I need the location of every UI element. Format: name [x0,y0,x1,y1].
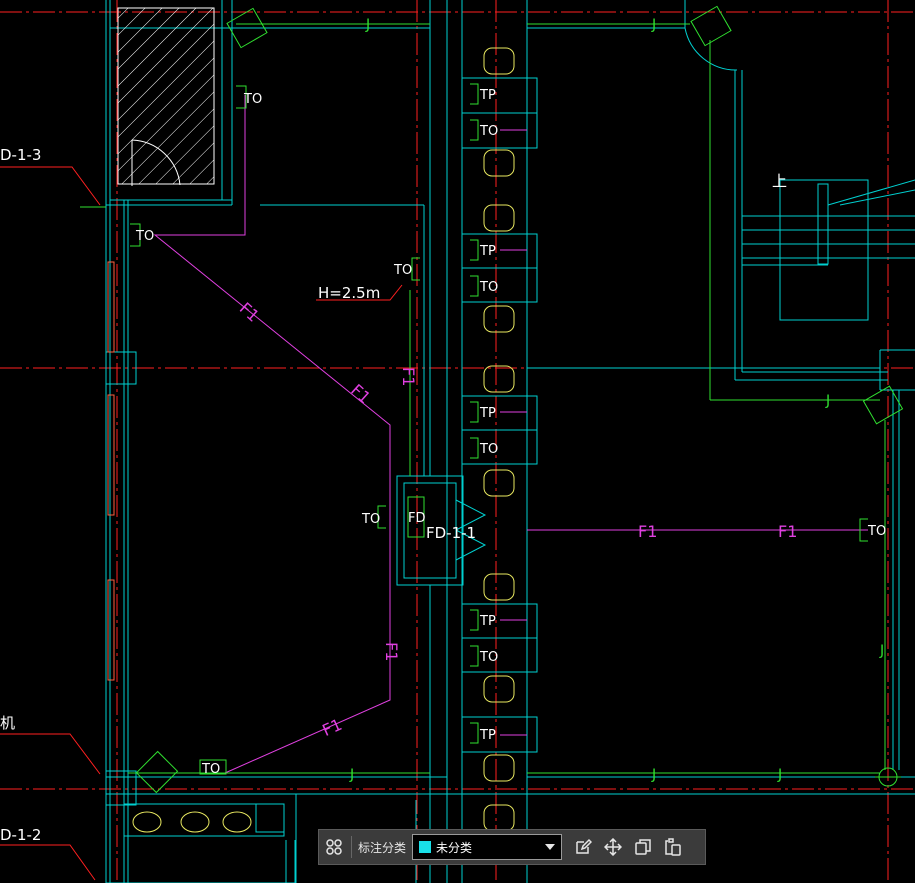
tp-label: TP [479,728,496,743]
paste-icon[interactable] [658,832,688,862]
chevron-down-icon [545,844,556,850]
j-label: J [825,393,830,409]
to-label: TO [243,92,262,107]
tp-label: TP [479,244,496,259]
category-select-value: 未分类 [436,840,473,855]
to-label: TO [479,124,498,139]
windows [107,261,115,681]
device-labels: TO TO TO TO TO TO TP TO TP TO TP TO TP T… [0,88,886,844]
outlet-boxes [461,77,538,753]
to-label: TO [479,280,498,295]
to-label: TO [135,229,154,244]
cad-drawing-canvas[interactable]: J J J J J J J F1 F1 F1 F1 F1 F1 F1 TO TO… [0,0,915,883]
category-color-swatch [419,841,432,853]
annotation-toolbar: 标注分类 未分类 [318,829,706,865]
fd-cabinet-label: FD-1-1 [426,524,476,542]
route-label: F1 [236,299,263,326]
cable-routes [153,95,868,774]
route-label: F1 [399,367,418,386]
j-label: J [651,767,656,783]
cut-label-machine: 机 [0,714,15,732]
edit-icon[interactable] [568,832,598,862]
height-note: H=2.5m [318,284,380,302]
route-label: F1 [347,380,374,407]
outlet-symbols [130,5,904,794]
cut-label-top: D-1-3 [0,146,41,164]
route-label: F1 [778,522,797,541]
fd-label: FD [408,511,426,526]
route-label: F1 [319,715,344,740]
to-label: TO [361,512,380,527]
category-select[interactable]: 未分类 [412,834,563,860]
j-label: J [879,643,884,659]
j-label: J [651,17,656,33]
stair-up-label: 上 [772,172,787,190]
tp-label: TP [479,614,496,629]
copy-icon[interactable] [628,832,658,862]
toolbar-divider [351,836,352,858]
j-label: J [365,17,370,33]
hatched-column [117,7,215,186]
to-label: TO [201,762,220,777]
j-label: J [349,767,354,783]
move-icon[interactable] [598,832,628,862]
cut-label-bottom: D-1-2 [0,826,41,844]
route-label: F1 [382,642,401,661]
to-label: TO [393,263,412,278]
route-labels: F1 F1 F1 F1 F1 F1 F1 [236,299,798,740]
tp-label: TP [479,88,496,103]
to-label: TO [867,524,886,539]
category-label: 标注分类 [358,840,407,855]
route-label: F1 [638,522,657,541]
grid-icon[interactable] [319,832,349,862]
to-label: TO [479,442,498,457]
to-label: TO [479,650,498,665]
j-label: J [777,767,782,783]
tp-label: TP [479,406,496,421]
